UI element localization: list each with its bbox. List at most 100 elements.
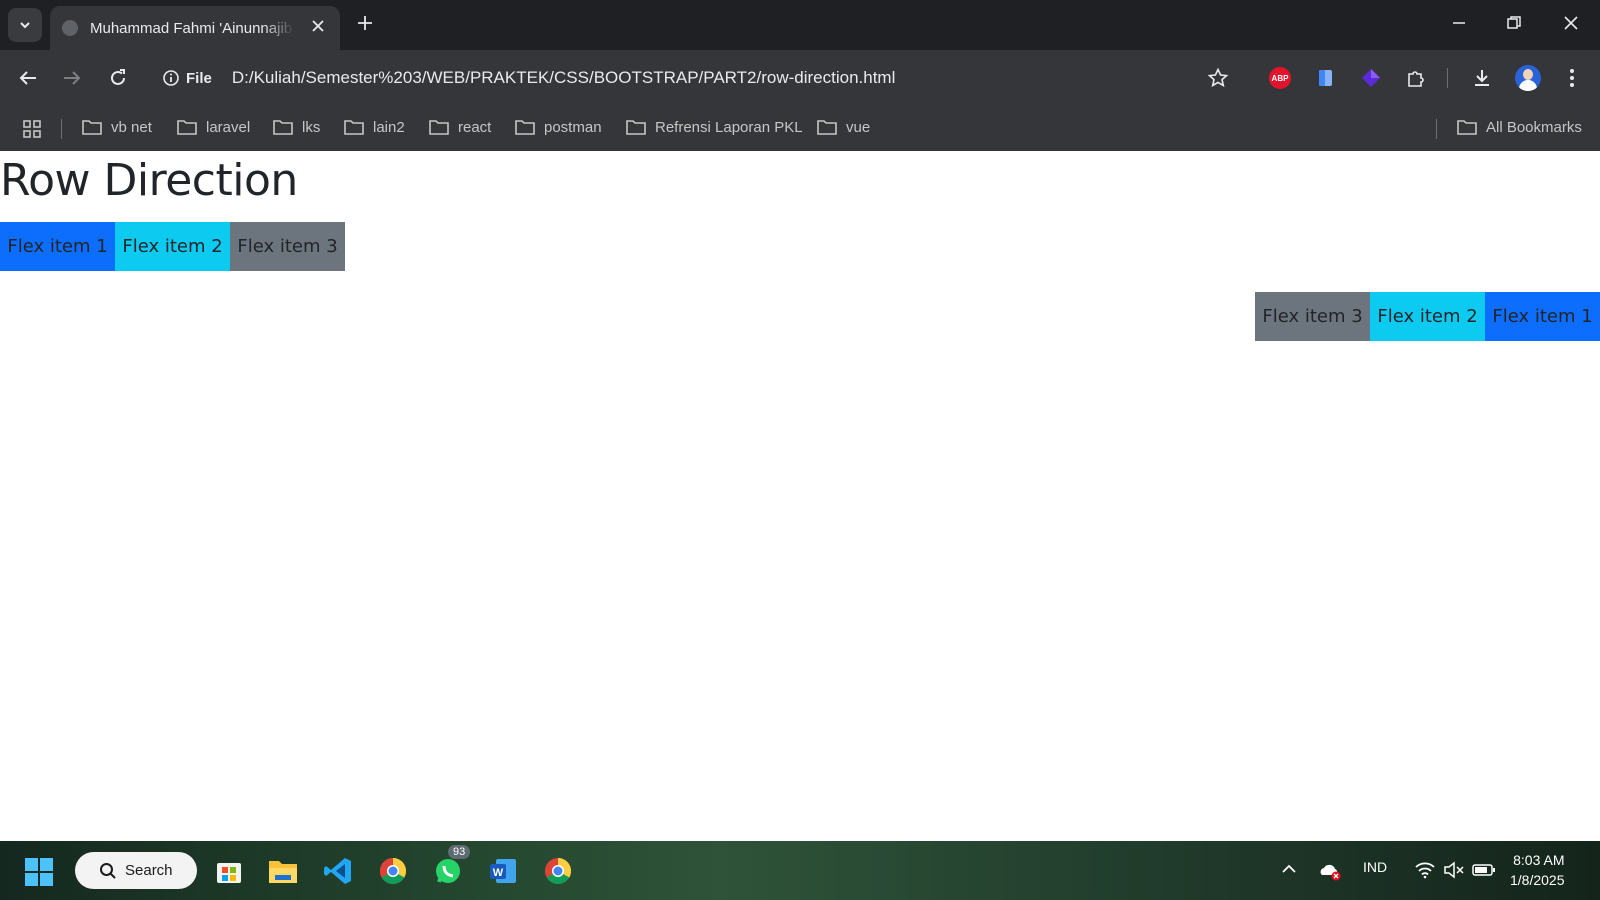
flex-row-reverse: Flex item 3 Flex item 2 Flex item 1 xyxy=(1255,292,1600,341)
bookmark-label: vb net xyxy=(111,118,152,136)
notification-badge: 93 xyxy=(448,845,471,859)
bookmark-folder[interactable]: lks xyxy=(272,118,320,136)
bookmark-label: postman xyxy=(544,118,602,136)
system-clock[interactable]: 8:03 AM 1/8/2025 xyxy=(1510,850,1565,890)
taskbar-search[interactable]: Search xyxy=(75,852,197,889)
search-label: Search xyxy=(125,862,173,879)
active-tab[interactable]: Muhammad Fahmi 'Ainunnajib xyxy=(50,6,340,50)
page-title: Row Direction xyxy=(0,155,298,206)
bookmark-label: Refrensi Laporan PKL xyxy=(655,118,803,136)
document-extension-icon[interactable] xyxy=(1315,67,1337,89)
search-icon xyxy=(100,862,116,879)
chrome-icon xyxy=(545,857,572,885)
purple-diamond-extension-icon[interactable] xyxy=(1360,67,1382,89)
bookmark-folder[interactable]: lain2 xyxy=(343,118,405,136)
flex-row: Flex item 1 Flex item 2 Flex item 3 xyxy=(0,222,345,271)
forward-arrow-icon[interactable] xyxy=(61,67,83,89)
puzzle-icon[interactable] xyxy=(1405,67,1427,89)
bookmarks-divider xyxy=(61,119,62,139)
scheme-label: File xyxy=(186,69,212,87)
bookmark-label: laravel xyxy=(206,118,251,136)
bookmark-folder[interactable]: vue xyxy=(816,118,870,136)
reload-icon[interactable] xyxy=(107,67,129,89)
url-text[interactable]: D:/Kuliah/Semester%203/WEB/PRAKTEK/CSS/B… xyxy=(232,68,896,88)
toolbar-divider xyxy=(1447,68,1448,88)
file-explorer-app[interactable] xyxy=(265,853,301,889)
vscode-icon xyxy=(324,858,351,884)
store-app-icon[interactable] xyxy=(211,853,247,889)
chevron-up-icon[interactable] xyxy=(1281,863,1297,875)
info-icon xyxy=(163,70,179,86)
page-viewport: Row Direction Flex item 1 Flex item 2 Fl… xyxy=(0,151,1600,841)
bookmark-folder[interactable]: react xyxy=(428,118,491,136)
flex-item: Flex item 1 xyxy=(0,222,115,271)
bookmark-label: lain2 xyxy=(373,118,405,136)
bookmark-folder[interactable]: vb net xyxy=(81,118,152,136)
folder-app-icon xyxy=(269,861,297,883)
windows-start-icon[interactable] xyxy=(24,857,54,887)
folder-icon xyxy=(273,120,293,135)
bookmarks-divider xyxy=(1436,119,1437,139)
onedrive-error-icon[interactable] xyxy=(1318,861,1342,881)
folder-icon xyxy=(82,120,102,135)
all-bookmarks-button[interactable]: All Bookmarks xyxy=(1456,118,1582,136)
language-indicator[interactable]: IND xyxy=(1363,859,1387,875)
close-window-icon[interactable] xyxy=(1562,14,1580,32)
tab-title: Muhammad Fahmi 'Ainunnajib xyxy=(90,19,293,37)
volume-muted-icon[interactable] xyxy=(1443,861,1465,879)
folder-icon xyxy=(177,120,197,135)
minimize-icon[interactable] xyxy=(1450,14,1468,32)
word-app[interactable]: W xyxy=(485,853,521,889)
tab-strip: Muhammad Fahmi 'Ainunnajib xyxy=(0,0,1600,50)
tab-search-button[interactable] xyxy=(8,8,42,42)
flex-item: Flex item 1 xyxy=(1485,292,1600,341)
word-icon: W xyxy=(490,859,516,883)
back-arrow-icon[interactable] xyxy=(17,67,39,89)
whatsapp-app[interactable]: 93 xyxy=(430,845,471,889)
vscode-app[interactable] xyxy=(320,853,356,889)
avatar[interactable] xyxy=(1515,65,1541,91)
bookmark-label: react xyxy=(458,118,492,136)
all-bookmarks-label: All Bookmarks xyxy=(1486,118,1582,136)
microsoft-store-icon xyxy=(217,863,241,883)
flex-item: Flex item 2 xyxy=(1370,292,1485,341)
battery-icon[interactable] xyxy=(1472,862,1496,878)
apps-grid-icon[interactable] xyxy=(22,119,42,139)
browser-toolbar: File D:/Kuliah/Semester%203/WEB/PRAKTEK/… xyxy=(0,50,1600,107)
chrome-icon xyxy=(379,857,407,885)
close-icon[interactable] xyxy=(310,18,326,34)
folder-icon xyxy=(344,120,364,135)
folder-icon xyxy=(626,120,646,135)
adblock-extension-icon[interactable]: ABP xyxy=(1269,67,1291,89)
bookmark-label: lks xyxy=(302,118,321,136)
bookmarks-bar: vb net laravel lks lain2 react postman R… xyxy=(0,107,1600,151)
wifi-icon[interactable] xyxy=(1414,861,1436,879)
folder-icon xyxy=(1457,120,1477,135)
clock-time: 8:03 AM xyxy=(1513,852,1565,868)
whatsapp-icon xyxy=(436,859,460,883)
chevron-down-icon xyxy=(20,22,30,29)
folder-icon xyxy=(429,120,449,135)
star-icon[interactable] xyxy=(1207,67,1229,89)
bookmark-folder[interactable]: Refrensi Laporan PKL xyxy=(625,118,803,136)
svg-text:W: W xyxy=(493,867,504,879)
address-bar[interactable]: File D:/Kuliah/Semester%203/WEB/PRAKTEK/… xyxy=(150,56,1235,100)
folder-icon xyxy=(515,120,535,135)
bookmark-folder[interactable]: laravel xyxy=(176,118,250,136)
clock-date: 1/8/2025 xyxy=(1510,872,1565,888)
more-vertical-icon[interactable] xyxy=(1562,67,1582,89)
chrome-app[interactable] xyxy=(375,853,411,889)
flex-item: Flex item 2 xyxy=(115,222,230,271)
globe-icon xyxy=(62,20,78,36)
download-icon[interactable] xyxy=(1471,67,1493,89)
bookmark-label: vue xyxy=(846,118,871,136)
new-tab-icon[interactable] xyxy=(356,14,374,32)
flex-item: Flex item 3 xyxy=(230,222,345,271)
restore-icon[interactable] xyxy=(1505,14,1523,32)
chrome-profile-app[interactable] xyxy=(540,853,576,889)
folder-icon xyxy=(817,120,837,135)
bookmark-folder[interactable]: postman xyxy=(514,118,602,136)
site-info-chip[interactable]: File xyxy=(162,69,212,87)
flex-item: Flex item 3 xyxy=(1255,292,1370,341)
taskbar: Search 93 W IND 8:03 AM 1/8/2025 xyxy=(0,841,1600,900)
